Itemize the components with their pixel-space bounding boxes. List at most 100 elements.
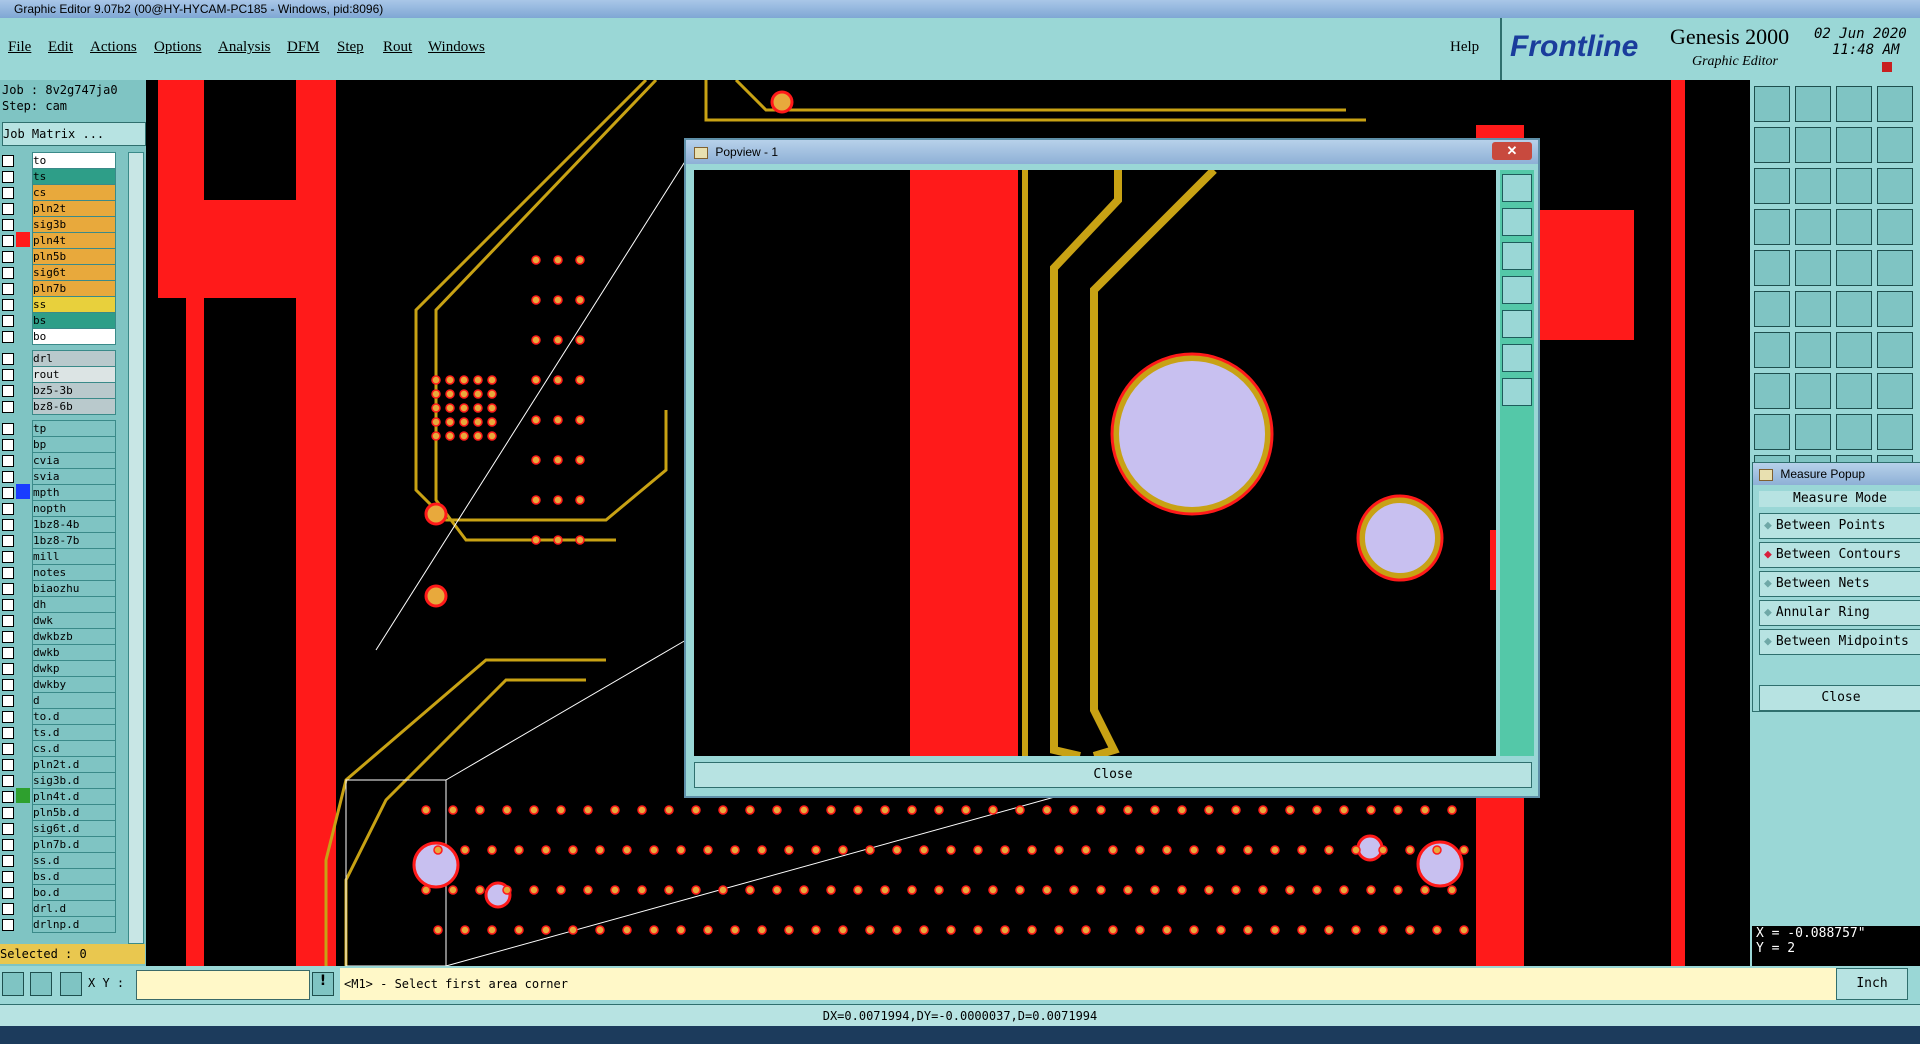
- move-icon[interactable]: [1754, 168, 1790, 204]
- menu-help[interactable]: Help: [1450, 39, 1479, 56]
- triangle-icon[interactable]: [1836, 414, 1872, 450]
- measure-option[interactable]: ◆ Between Points: [1759, 513, 1920, 539]
- layer-row[interactable]: sig3b: [0, 216, 116, 233]
- popview-close-button[interactable]: Close: [694, 762, 1532, 788]
- layer-row[interactable]: 1bz8-7b: [0, 532, 116, 549]
- layer-checkbox[interactable]: [2, 871, 14, 883]
- layer-row[interactable]: to.d: [0, 708, 116, 725]
- measure-option[interactable]: ◆ Between Contours: [1759, 542, 1920, 568]
- feature-icon[interactable]: [1877, 332, 1913, 368]
- layer-checkbox[interactable]: [2, 887, 14, 899]
- layer-checkbox[interactable]: [2, 807, 14, 819]
- layer-row[interactable]: biaozhu: [0, 580, 116, 597]
- pan-left-icon[interactable]: [1754, 127, 1790, 163]
- layer-row[interactable]: cs.d: [0, 740, 116, 757]
- zoom-in-button[interactable]: [1502, 208, 1532, 236]
- layer-checkbox[interactable]: [2, 487, 14, 499]
- layer-row[interactable]: dwkp: [0, 660, 116, 677]
- layer-row[interactable]: bz5-3b: [0, 382, 116, 399]
- layer-checkbox[interactable]: [2, 401, 14, 413]
- angle-icon[interactable]: [1754, 332, 1790, 368]
- box-icon[interactable]: [1877, 373, 1913, 409]
- layer-row[interactable]: cvia: [0, 452, 116, 469]
- layer-checkbox[interactable]: [2, 283, 14, 295]
- layer-row[interactable]: sig6t: [0, 264, 116, 281]
- edit-icon[interactable]: [1795, 332, 1831, 368]
- arc-icon[interactable]: [1836, 332, 1872, 368]
- pan-right-button[interactable]: [1502, 310, 1532, 338]
- layer-checkbox[interactable]: [2, 615, 14, 627]
- layer-row[interactable]: rout: [0, 366, 116, 383]
- grid-icon[interactable]: [60, 972, 82, 996]
- layer-checkbox[interactable]: [2, 599, 14, 611]
- layer-row[interactable]: 1bz8-4b: [0, 516, 116, 533]
- layer-checkbox[interactable]: [2, 369, 14, 381]
- layer-row[interactable]: svia: [0, 468, 116, 485]
- align-icon[interactable]: [1836, 373, 1872, 409]
- layer-row[interactable]: bo: [0, 328, 116, 345]
- zoom-out-button[interactable]: [1502, 242, 1532, 270]
- layer-checkbox[interactable]: [2, 267, 14, 279]
- zoom-fit-button[interactable]: [1502, 174, 1532, 202]
- center-view-button[interactable]: [1502, 378, 1532, 406]
- layer-list-scrollbar[interactable]: [128, 152, 144, 944]
- connect-icon[interactable]: [1877, 291, 1913, 327]
- layer-row[interactable]: dwkby: [0, 676, 116, 693]
- pan-left-button[interactable]: [1502, 276, 1532, 304]
- layer-checkbox[interactable]: [2, 631, 14, 643]
- area-select-icon[interactable]: [2, 972, 24, 996]
- layer-checkbox[interactable]: [2, 423, 14, 435]
- select-icon[interactable]: [1754, 250, 1790, 286]
- ruler-icon[interactable]: [1836, 250, 1872, 286]
- layer-checkbox[interactable]: [2, 315, 14, 327]
- pan-right-icon[interactable]: [1795, 127, 1831, 163]
- layer-row[interactable]: pln5b: [0, 248, 116, 265]
- layer-checkbox[interactable]: [2, 155, 14, 167]
- layer-row[interactable]: d: [0, 692, 116, 709]
- layer-checkbox[interactable]: [2, 791, 14, 803]
- layer-row[interactable]: pln4t: [0, 232, 116, 249]
- layer-row[interactable]: drl.d: [0, 900, 116, 917]
- layer-checkbox[interactable]: [2, 775, 14, 787]
- menu-edit[interactable]: Edit: [48, 39, 73, 56]
- layer-row[interactable]: drl: [0, 350, 116, 367]
- layer-checkbox[interactable]: [2, 235, 14, 247]
- layer-checkbox[interactable]: [2, 331, 14, 343]
- snap-icon[interactable]: [1836, 209, 1872, 245]
- question-icon[interactable]: [1877, 168, 1913, 204]
- connect-icon[interactable]: [1836, 291, 1872, 327]
- ratio-icon[interactable]: [1836, 168, 1872, 204]
- layer-checkbox[interactable]: [2, 385, 14, 397]
- layer-row[interactable]: bp: [0, 436, 116, 453]
- menu-file[interactable]: File: [8, 39, 31, 56]
- layer-checkbox[interactable]: [2, 759, 14, 771]
- layer-checkbox[interactable]: [2, 647, 14, 659]
- layer-row[interactable]: ts: [0, 168, 116, 185]
- popview-titlebar[interactable]: Popview - 1: [686, 140, 1538, 164]
- layer-checkbox[interactable]: [2, 299, 14, 311]
- menu-analysis[interactable]: Analysis: [218, 39, 271, 56]
- layer-row[interactable]: notes: [0, 564, 116, 581]
- layer-checkbox[interactable]: [2, 823, 14, 835]
- angle-icon[interactable]: [30, 972, 52, 996]
- line-icon[interactable]: [1795, 250, 1831, 286]
- move-icon[interactable]: [1754, 373, 1790, 409]
- xy-input[interactable]: [136, 970, 310, 1000]
- layer-row[interactable]: pln2t: [0, 200, 116, 217]
- fit-icon[interactable]: [1836, 127, 1872, 163]
- layer-checkbox[interactable]: [2, 439, 14, 451]
- layer-checkbox[interactable]: [2, 353, 14, 365]
- layer-row[interactable]: bo.d: [0, 884, 116, 901]
- layer-row[interactable]: pln4t.d: [0, 788, 116, 805]
- menu-dfm[interactable]: DFM: [287, 39, 320, 56]
- layer-row[interactable]: pln7b.d: [0, 836, 116, 853]
- layer-checkbox[interactable]: [2, 203, 14, 215]
- layer-checkbox[interactable]: [2, 903, 14, 915]
- triangle-icon[interactable]: [1754, 414, 1790, 450]
- triangle-icon[interactable]: [1795, 414, 1831, 450]
- layer-row[interactable]: dwkbzb: [0, 628, 116, 645]
- layer-row[interactable]: dh: [0, 596, 116, 613]
- zoom-out-icon[interactable]: [1795, 86, 1831, 122]
- layer-checkbox[interactable]: [2, 219, 14, 231]
- layer-row[interactable]: pln2t.d: [0, 756, 116, 773]
